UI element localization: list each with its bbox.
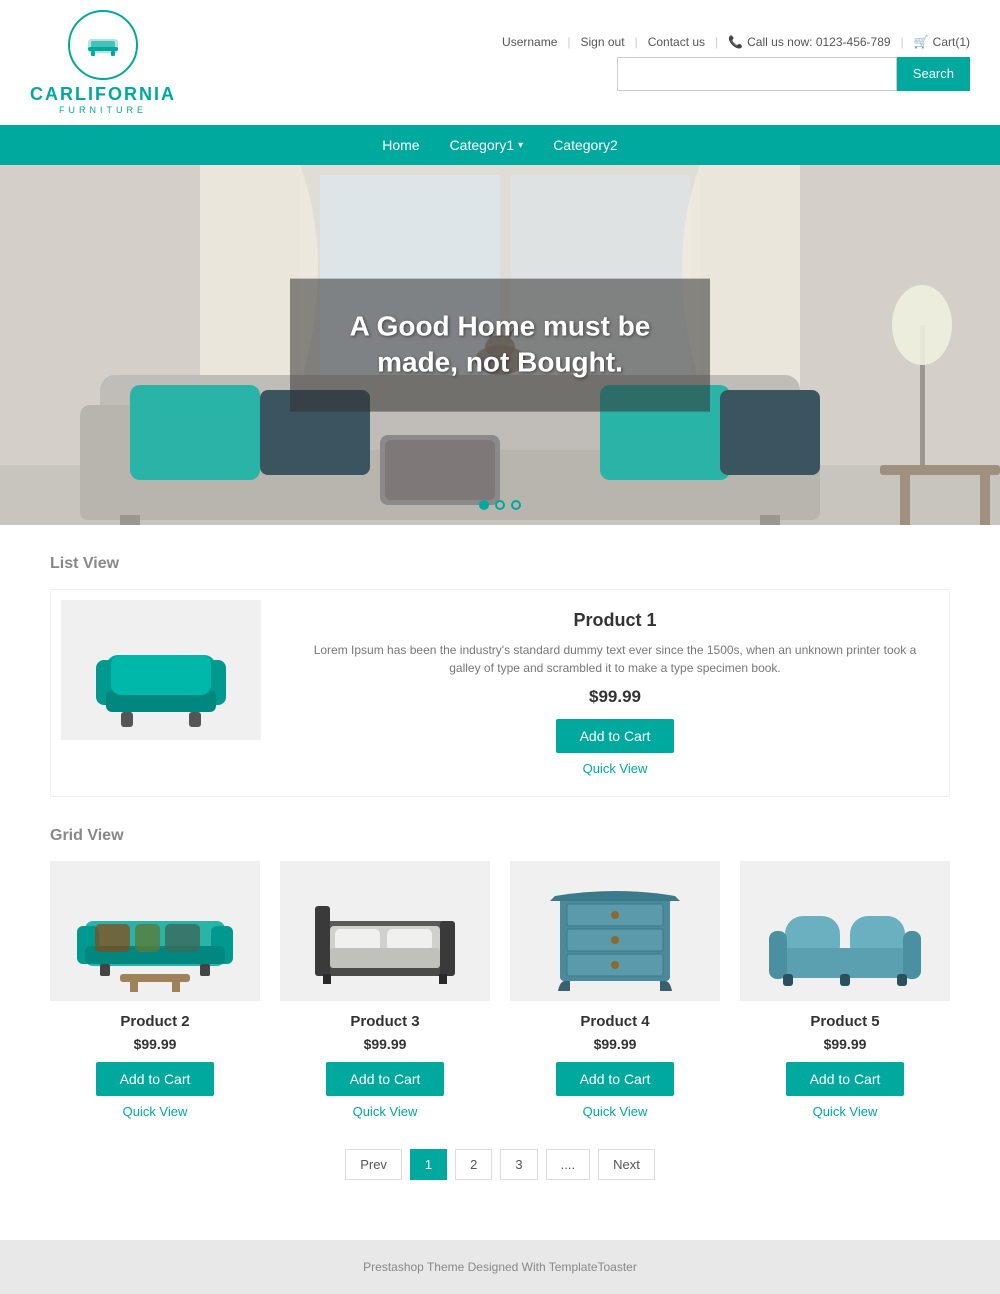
search-button[interactable]: Search xyxy=(897,57,970,91)
main-nav: Home Category1 ▾ Category2 xyxy=(0,125,1000,165)
product-3-name: Product 3 xyxy=(280,1013,490,1030)
product-2-image xyxy=(50,861,260,1001)
product-4-name: Product 4 xyxy=(510,1013,720,1030)
product-2-sofa-icon xyxy=(65,866,245,996)
grid-product-2: Product 2 $99.99 Add to Cart Quick View xyxy=(50,861,260,1119)
product-5-name: Product 5 xyxy=(740,1013,950,1030)
logo-icon xyxy=(68,10,138,80)
product-5-price: $99.99 xyxy=(740,1036,950,1052)
contact-link[interactable]: Contact us xyxy=(648,35,705,49)
product-4-dresser-icon xyxy=(525,866,705,996)
hero-background: A Good Home must be made, not Bought. xyxy=(0,165,1000,525)
product-3-image xyxy=(280,861,490,1001)
main-content: List View Product 1 Lorem Ipsum has been… xyxy=(0,525,1000,1230)
grid-product-4: Product 4 $99.99 Add to Cart Quick View xyxy=(510,861,720,1119)
hero-dot-1[interactable] xyxy=(479,500,489,510)
pagination: Prev 1 2 3 .... Next xyxy=(50,1149,950,1180)
product-2-price: $99.99 xyxy=(50,1036,260,1052)
product-2-add-to-cart[interactable]: Add to Cart xyxy=(96,1062,215,1096)
grid-view-title: Grid View xyxy=(50,827,950,845)
product-5-loveseat-icon xyxy=(755,866,935,996)
nav-item-category1[interactable]: Category1 ▾ xyxy=(450,137,524,153)
phone-info: 📞 Call us now: 0123-456-789 xyxy=(728,35,890,49)
footer-text: Prestashop Theme Designed With TemplateT… xyxy=(363,1260,637,1274)
product-4-quick-view[interactable]: Quick View xyxy=(510,1104,720,1119)
product-1-quick-view[interactable]: Quick View xyxy=(311,761,919,776)
cart-link[interactable]: 🛒 Cart(1) xyxy=(914,35,970,49)
product-1-add-to-cart[interactable]: Add to Cart xyxy=(556,719,675,753)
cart-icon: 🛒 xyxy=(914,35,929,49)
product-3-quick-view[interactable]: Quick View xyxy=(280,1104,490,1119)
product-1-image xyxy=(61,600,261,740)
product-1-name: Product 1 xyxy=(311,610,919,631)
product-4-price: $99.99 xyxy=(510,1036,720,1052)
phone-icon: 📞 xyxy=(728,35,743,49)
grid-view-container: Product 2 $99.99 Add to Cart Quick View xyxy=(50,861,950,1119)
logo[interactable]: CARLIFORNIA FURNITURE xyxy=(30,10,176,115)
product-2-quick-view[interactable]: Quick View xyxy=(50,1104,260,1119)
hero-dot-2[interactable] xyxy=(495,500,505,510)
pagination-next[interactable]: Next xyxy=(598,1149,655,1180)
username-link[interactable]: Username xyxy=(502,35,557,49)
pagination-prev[interactable]: Prev xyxy=(345,1149,402,1180)
product-1-info: Product 1 Lorem Ipsum has been the indus… xyxy=(291,600,939,786)
phone-number: Call us now: 0123-456-789 xyxy=(747,35,890,49)
product-5-image xyxy=(740,861,950,1001)
cart-count: Cart(1) xyxy=(933,35,970,49)
hero-text: A Good Home must be made, not Bought. xyxy=(340,309,660,382)
product-1-chair-icon xyxy=(76,605,246,735)
product-3-bed-icon xyxy=(295,866,475,996)
product-1-desc: Lorem Ipsum has been the industry's stan… xyxy=(311,641,919,677)
brand-name: CARLIFORNIA xyxy=(30,84,176,105)
pagination-page-1[interactable]: 1 xyxy=(410,1149,447,1180)
product-1-price: $99.99 xyxy=(311,687,919,707)
hero-banner: A Good Home must be made, not Bought. xyxy=(0,165,1000,525)
product-2-name: Product 2 xyxy=(50,1013,260,1030)
pagination-ellipsis: .... xyxy=(546,1149,590,1180)
hero-dot-3[interactable] xyxy=(511,500,521,510)
top-links: Username | Sign out | Contact us | 📞 Cal… xyxy=(502,35,970,49)
product-4-image xyxy=(510,861,720,1001)
chevron-down-icon: ▾ xyxy=(518,140,523,151)
top-bar: CARLIFORNIA FURNITURE Username | Sign ou… xyxy=(0,0,1000,125)
product-4-add-to-cart[interactable]: Add to Cart xyxy=(556,1062,675,1096)
grid-product-5: Product 5 $99.99 Add to Cart Quick View xyxy=(740,861,950,1119)
list-view-product-1: Product 1 Lorem Ipsum has been the indus… xyxy=(50,589,950,797)
product-3-add-to-cart[interactable]: Add to Cart xyxy=(326,1062,445,1096)
brand-subtitle: FURNITURE xyxy=(59,105,147,115)
hero-overlay: A Good Home must be made, not Bought. xyxy=(290,279,710,412)
footer: Prestashop Theme Designed With TemplateT… xyxy=(0,1240,1000,1294)
search-input[interactable] xyxy=(617,57,897,91)
pagination-page-2[interactable]: 2 xyxy=(455,1149,492,1180)
product-5-quick-view[interactable]: Quick View xyxy=(740,1104,950,1119)
nav-item-category2[interactable]: Category2 xyxy=(553,137,618,153)
hero-dots xyxy=(479,500,521,510)
signout-link[interactable]: Sign out xyxy=(581,35,625,49)
search-bar: Search xyxy=(617,57,970,91)
grid-product-3: Product 3 $99.99 Add to Cart Quick View xyxy=(280,861,490,1119)
product-3-price: $99.99 xyxy=(280,1036,490,1052)
product-5-add-to-cart[interactable]: Add to Cart xyxy=(786,1062,905,1096)
nav-item-home[interactable]: Home xyxy=(382,137,419,153)
pagination-page-3[interactable]: 3 xyxy=(500,1149,537,1180)
top-right-area: Username | Sign out | Contact us | 📞 Cal… xyxy=(502,35,970,91)
list-view-title: List View xyxy=(50,555,950,573)
